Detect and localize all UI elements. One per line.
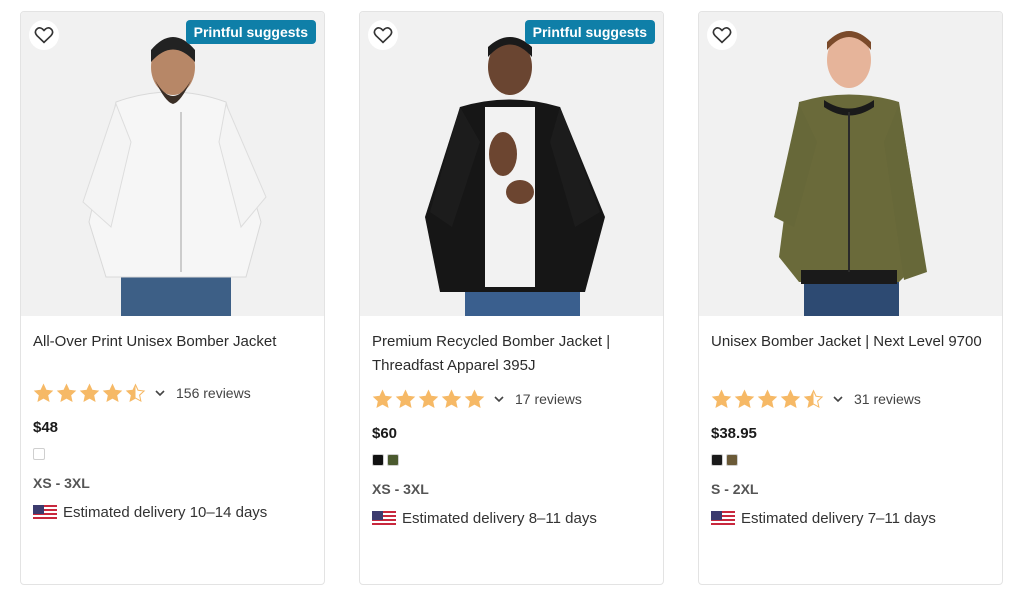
star-icon bbox=[464, 388, 485, 408]
delivery-text: Estimated delivery 10–14 days bbox=[63, 504, 268, 521]
delivery-estimate: Estimated delivery 10–14 days bbox=[33, 504, 312, 521]
favorite-button[interactable] bbox=[29, 20, 59, 50]
product-card[interactable]: Printful suggests Premium Recycled Bombe… bbox=[359, 11, 664, 585]
star-icon bbox=[734, 388, 755, 408]
star-icon bbox=[372, 388, 393, 408]
heart-outline-icon bbox=[373, 27, 393, 44]
color-swatches bbox=[711, 454, 990, 466]
rating-row[interactable]: 17 reviews bbox=[372, 388, 651, 410]
delivery-text: Estimated delivery 8–11 days bbox=[402, 510, 597, 527]
heart-outline-icon bbox=[34, 27, 54, 44]
star-icon bbox=[395, 388, 416, 408]
star-rating bbox=[711, 388, 824, 410]
star-icon bbox=[102, 382, 123, 402]
rating-row[interactable]: 31 reviews bbox=[711, 388, 990, 410]
star-rating bbox=[372, 388, 485, 410]
size-range: XS - 3XL bbox=[372, 481, 429, 497]
product-photo-white-jacket bbox=[82, 37, 267, 316]
star-icon bbox=[125, 382, 146, 402]
suggested-badge: Printful suggests bbox=[524, 20, 655, 44]
color-swatches bbox=[33, 448, 312, 460]
color-swatch[interactable] bbox=[726, 454, 738, 466]
product-photo-olive-jacket bbox=[774, 31, 927, 316]
favorite-button[interactable] bbox=[368, 20, 398, 50]
us-flag-icon bbox=[711, 510, 735, 527]
star-icon bbox=[56, 382, 77, 402]
product-image[interactable] bbox=[699, 12, 1002, 316]
product-image[interactable]: Printful suggests bbox=[360, 12, 663, 316]
delivery-estimate: Estimated delivery 8–11 days bbox=[372, 510, 651, 527]
color-swatch[interactable] bbox=[387, 454, 399, 466]
product-title[interactable]: Premium Recycled Bomber Jacket | Threadf… bbox=[372, 330, 651, 378]
star-icon bbox=[418, 388, 439, 408]
product-title[interactable]: Unisex Bomber Jacket | Next Level 9700 bbox=[711, 330, 990, 378]
product-card[interactable]: Unisex Bomber Jacket | Next Level 9700 3… bbox=[698, 11, 1003, 585]
size-range: XS - 3XL bbox=[33, 475, 90, 491]
color-swatch[interactable] bbox=[711, 454, 723, 466]
color-swatches bbox=[372, 454, 651, 466]
rating-row[interactable]: 156 reviews bbox=[33, 382, 312, 404]
review-count[interactable]: 31 reviews bbox=[854, 391, 921, 407]
price: $48 bbox=[33, 419, 59, 436]
product-photo-black-jacket bbox=[425, 37, 605, 316]
heart-outline-icon bbox=[712, 27, 732, 44]
product-image[interactable]: Printful suggests bbox=[21, 12, 324, 316]
star-icon bbox=[803, 388, 824, 408]
delivery-estimate: Estimated delivery 7–11 days bbox=[711, 510, 990, 527]
color-swatch[interactable] bbox=[33, 448, 45, 460]
star-icon bbox=[79, 382, 100, 402]
chevron-down-icon[interactable] bbox=[832, 393, 844, 405]
color-swatch[interactable] bbox=[372, 454, 384, 466]
product-card[interactable]: Printful suggests All-Over Print Unisex … bbox=[20, 11, 325, 585]
us-flag-icon bbox=[33, 504, 57, 521]
chevron-down-icon[interactable] bbox=[493, 393, 505, 405]
product-title[interactable]: All-Over Print Unisex Bomber Jacket bbox=[33, 330, 312, 378]
price: $60 bbox=[372, 425, 398, 442]
size-range: S - 2XL bbox=[711, 481, 759, 497]
us-flag-icon bbox=[372, 510, 396, 527]
review-count[interactable]: 156 reviews bbox=[176, 385, 251, 401]
price: $38.95 bbox=[711, 425, 757, 442]
star-icon bbox=[33, 382, 54, 402]
star-icon bbox=[757, 388, 778, 408]
star-icon bbox=[441, 388, 462, 408]
favorite-button[interactable] bbox=[707, 20, 737, 50]
chevron-down-icon[interactable] bbox=[154, 387, 166, 399]
delivery-text: Estimated delivery 7–11 days bbox=[741, 510, 936, 527]
star-icon bbox=[780, 388, 801, 408]
star-icon bbox=[711, 388, 732, 408]
suggested-badge: Printful suggests bbox=[185, 20, 316, 44]
star-rating bbox=[33, 382, 146, 404]
review-count[interactable]: 17 reviews bbox=[515, 391, 582, 407]
